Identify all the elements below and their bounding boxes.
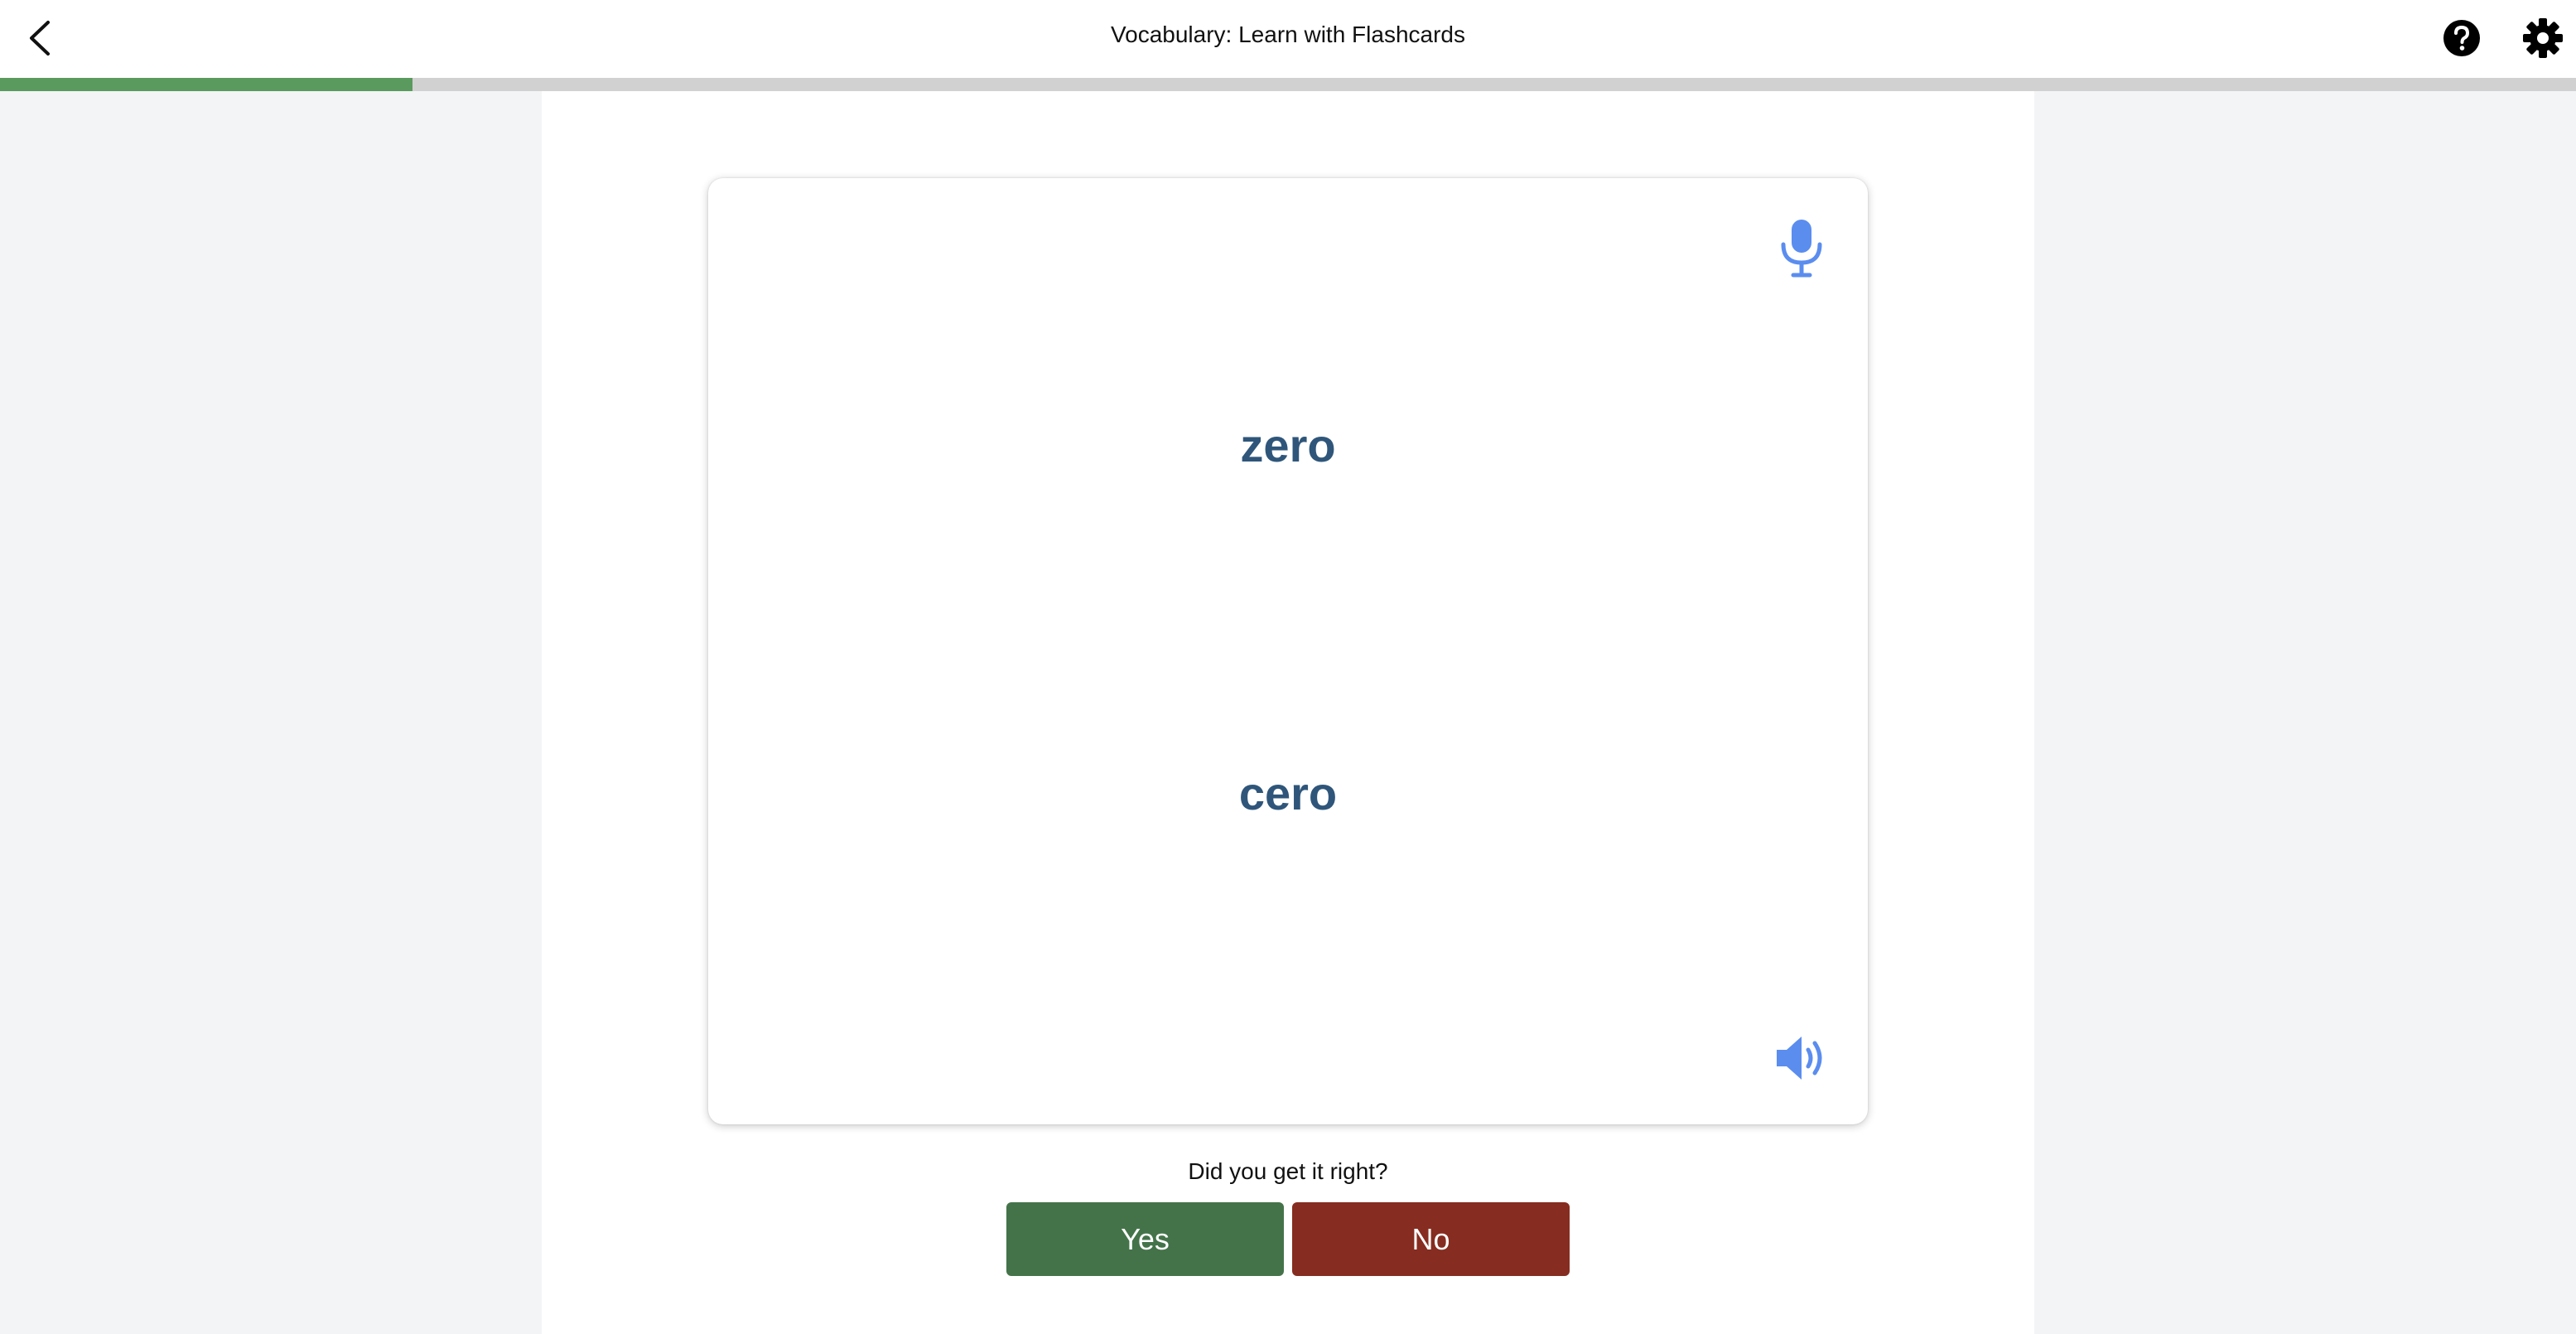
help-button[interactable] xyxy=(2442,18,2482,58)
play-audio-button[interactable] xyxy=(1772,1032,1830,1085)
settings-button[interactable] xyxy=(2521,17,2564,60)
page-title: Vocabulary: Learn with Flashcards xyxy=(1111,22,1465,47)
self-check-question: Did you get it right? xyxy=(1188,1158,1388,1184)
no-button[interactable]: No xyxy=(1292,1202,1570,1276)
card-front-term: zero xyxy=(1240,419,1336,471)
progress-bar xyxy=(0,78,2576,91)
speaker-volume-icon xyxy=(1777,1037,1822,1080)
card-back-term: cero xyxy=(1238,767,1338,819)
progress-bar-fill xyxy=(0,78,412,91)
flashcard[interactable]: zero cero xyxy=(708,178,1868,1124)
question-circle-icon xyxy=(2443,20,2480,56)
microphone-icon xyxy=(1781,220,1822,278)
gear-icon xyxy=(2523,18,2563,58)
record-button[interactable] xyxy=(1775,215,1828,281)
yes-button[interactable]: Yes xyxy=(1006,1202,1284,1276)
top-bar: Vocabulary: Learn with Flashcards xyxy=(0,0,2576,78)
